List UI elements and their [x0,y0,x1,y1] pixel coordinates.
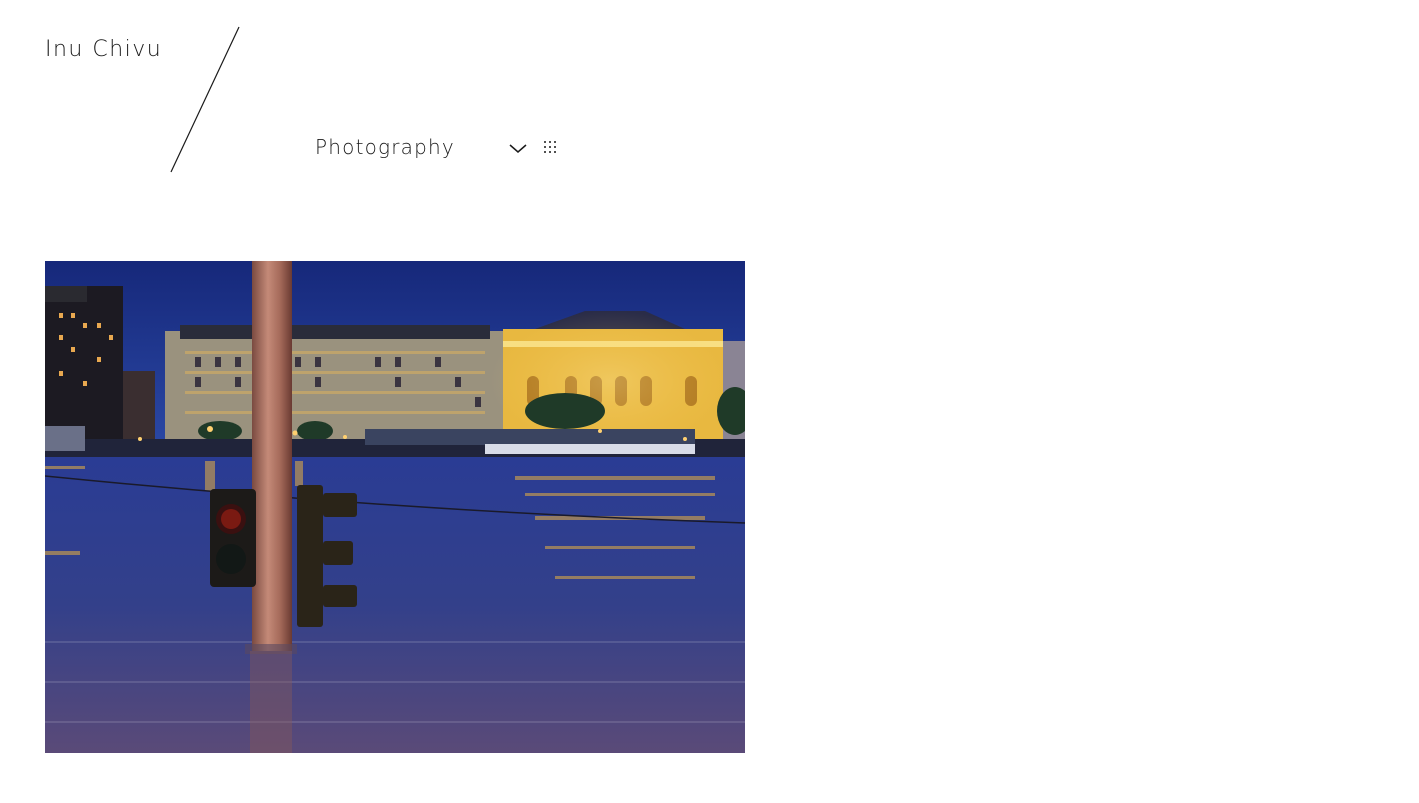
dots-grid-icon[interactable] [543,139,559,155]
page: Inu Chivu Photography [0,0,1419,803]
slash-divider [170,26,240,173]
flooded-riverside-night-photo [45,261,745,753]
site-title[interactable]: Inu Chivu [45,36,162,64]
section-label[interactable]: Photography [315,133,455,161]
chevron-down-icon[interactable] [508,139,528,157]
section-nav: Photography [315,133,556,161]
gallery-photo[interactable] [45,261,745,753]
